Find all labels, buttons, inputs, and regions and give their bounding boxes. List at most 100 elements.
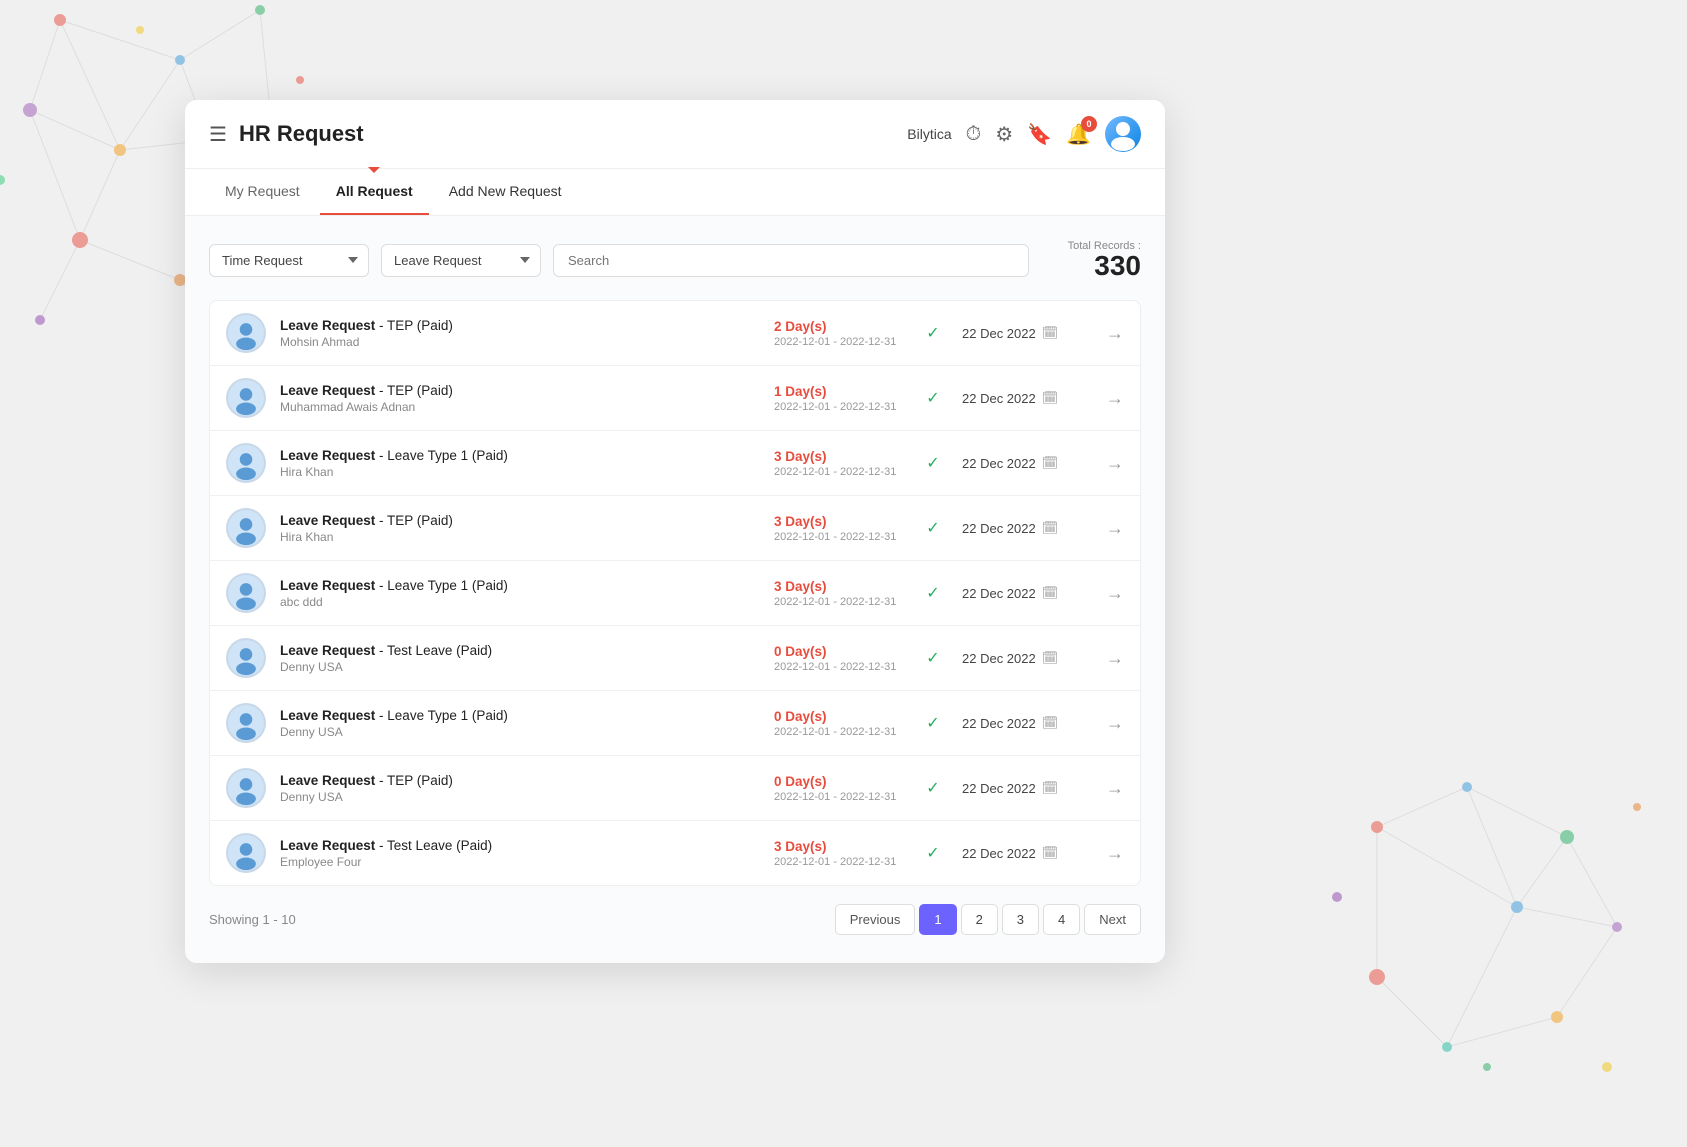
username-label: Bilytica [907, 126, 951, 142]
request-row[interactable]: Leave Request - TEP (Paid) Denny USA 0 D… [210, 756, 1140, 821]
row-arrow-icon[interactable]: → [1106, 453, 1124, 474]
row-arrow-icon[interactable]: → [1106, 518, 1124, 539]
page-button-4[interactable]: 4 [1043, 904, 1080, 935]
row-title: Leave Request - TEP (Paid) [280, 513, 760, 528]
row-info: Leave Request - TEP (Paid) Denny USA [280, 773, 760, 804]
days-count: 2 Day(s) [774, 319, 904, 334]
row-avatar [226, 508, 266, 548]
row-title: Leave Request - Leave Type 1 (Paid) [280, 448, 760, 463]
tab-my-request[interactable]: My Request [209, 169, 316, 215]
row-days: 3 Day(s) 2022-12-01 - 2022-12-31 [774, 449, 904, 478]
row-days: 3 Day(s) 2022-12-01 - 2022-12-31 [774, 839, 904, 868]
pagination-buttons: Previous1234Next [835, 904, 1141, 935]
request-list: Leave Request - TEP (Paid) Mohsin Ahmad … [209, 300, 1141, 886]
row-title: Leave Request - Test Leave (Paid) [280, 643, 760, 658]
page-button-2[interactable]: 2 [961, 904, 998, 935]
row-title: Leave Request - Leave Type 1 (Paid) [280, 578, 760, 593]
category-filter-select[interactable]: Leave Request Time Request Other [381, 244, 541, 277]
row-days: 0 Day(s) 2022-12-01 - 2022-12-31 [774, 644, 904, 673]
page-button-1[interactable]: 1 [919, 904, 956, 935]
row-check-icon: ✓ [918, 843, 948, 863]
row-avatar [226, 833, 266, 873]
days-range: 2022-12-01 - 2022-12-31 [774, 726, 904, 738]
days-range: 2022-12-01 - 2022-12-31 [774, 596, 904, 608]
row-employee: Denny USA [280, 660, 760, 674]
tab-add-new-request[interactable]: Add New Request [433, 169, 578, 215]
calendar-icon: 🗓 [1042, 585, 1059, 601]
row-employee: Hira Khan [280, 530, 760, 544]
filter-bar: Time Request Leave Request Expense Reque… [209, 240, 1141, 280]
app-tabs: My Request All Request Add New Request [185, 169, 1165, 216]
row-date: 22 Dec 2022 🗓 [962, 845, 1092, 861]
days-count: 1 Day(s) [774, 384, 904, 399]
row-info: Leave Request - Test Leave (Paid) Employ… [280, 838, 760, 869]
row-days: 0 Day(s) 2022-12-01 - 2022-12-31 [774, 774, 904, 803]
days-range: 2022-12-01 - 2022-12-31 [774, 466, 904, 478]
row-check-icon: ✓ [918, 388, 948, 408]
row-info: Leave Request - Leave Type 1 (Paid) abc … [280, 578, 760, 609]
bg-network-right [1317, 747, 1657, 1087]
row-employee: Denny USA [280, 790, 760, 804]
notification-icon[interactable]: 🔔 0 [1066, 122, 1091, 147]
days-count: 3 Day(s) [774, 449, 904, 464]
row-arrow-icon[interactable]: → [1106, 843, 1124, 864]
clock-icon[interactable]: ⏱ [966, 123, 982, 146]
row-check-icon: ✓ [918, 648, 948, 668]
days-range: 2022-12-01 - 2022-12-31 [774, 856, 904, 868]
calendar-icon: 🗓 [1042, 780, 1059, 796]
row-date: 22 Dec 2022 🗓 [962, 650, 1092, 666]
row-date: 22 Dec 2022 🗓 [962, 520, 1092, 536]
calendar-icon: 🗓 [1042, 650, 1059, 666]
row-employee: Employee Four [280, 855, 760, 869]
settings-icon[interactable]: ⚙ [995, 122, 1013, 147]
days-range: 2022-12-01 - 2022-12-31 [774, 791, 904, 803]
row-employee: Muhammad Awais Adnan [280, 400, 760, 414]
tab-all-request[interactable]: All Request [320, 169, 429, 215]
row-date: 22 Dec 2022 🗓 [962, 455, 1092, 471]
total-records: Total Records : 330 [1041, 240, 1141, 280]
showing-text: Showing 1 - 10 [209, 912, 296, 927]
request-row[interactable]: Leave Request - TEP (Paid) Muhammad Awai… [210, 366, 1140, 431]
page-button-3[interactable]: 3 [1002, 904, 1039, 935]
row-title: Leave Request - Leave Type 1 (Paid) [280, 708, 760, 723]
request-row[interactable]: Leave Request - Leave Type 1 (Paid) Hira… [210, 431, 1140, 496]
days-count: 3 Day(s) [774, 579, 904, 594]
row-days: 0 Day(s) 2022-12-01 - 2022-12-31 [774, 709, 904, 738]
row-arrow-icon[interactable]: → [1106, 713, 1124, 734]
row-arrow-icon[interactable]: → [1106, 388, 1124, 409]
request-row[interactable]: Leave Request - Test Leave (Paid) Denny … [210, 626, 1140, 691]
days-range: 2022-12-01 - 2022-12-31 [774, 401, 904, 413]
request-row[interactable]: Leave Request - Test Leave (Paid) Employ… [210, 821, 1140, 885]
type-filter-select[interactable]: Time Request Leave Request Expense Reque… [209, 244, 369, 277]
row-date: 22 Dec 2022 🗓 [962, 390, 1092, 406]
row-date: 22 Dec 2022 🗓 [962, 715, 1092, 731]
row-info: Leave Request - TEP (Paid) Muhammad Awai… [280, 383, 760, 414]
row-title: Leave Request - TEP (Paid) [280, 383, 760, 398]
menu-icon[interactable]: ☰ [209, 122, 227, 147]
calendar-icon: 🗓 [1042, 390, 1059, 406]
row-arrow-icon[interactable]: → [1106, 323, 1124, 344]
days-count: 0 Day(s) [774, 774, 904, 789]
row-info: Leave Request - Leave Type 1 (Paid) Hira… [280, 448, 760, 479]
row-date: 22 Dec 2022 🗓 [962, 325, 1092, 341]
row-avatar [226, 313, 266, 353]
next-button[interactable]: Next [1084, 904, 1141, 935]
days-range: 2022-12-01 - 2022-12-31 [774, 661, 904, 673]
row-avatar [226, 638, 266, 678]
previous-button[interactable]: Previous [835, 904, 916, 935]
request-row[interactable]: Leave Request - Leave Type 1 (Paid) abc … [210, 561, 1140, 626]
calendar-icon: 🗓 [1042, 325, 1059, 341]
bookmark-icon[interactable]: 🔖 [1027, 122, 1052, 147]
row-days: 2 Day(s) 2022-12-01 - 2022-12-31 [774, 319, 904, 348]
row-arrow-icon[interactable]: → [1106, 648, 1124, 669]
row-employee: abc ddd [280, 595, 760, 609]
search-input[interactable] [553, 244, 1029, 277]
avatar[interactable] [1105, 116, 1141, 152]
request-row[interactable]: Leave Request - TEP (Paid) Mohsin Ahmad … [210, 301, 1140, 366]
row-arrow-icon[interactable]: → [1106, 583, 1124, 604]
row-arrow-icon[interactable]: → [1106, 778, 1124, 799]
row-info: Leave Request - TEP (Paid) Mohsin Ahmad [280, 318, 760, 349]
request-row[interactable]: Leave Request - TEP (Paid) Hira Khan 3 D… [210, 496, 1140, 561]
row-days: 3 Day(s) 2022-12-01 - 2022-12-31 [774, 514, 904, 543]
request-row[interactable]: Leave Request - Leave Type 1 (Paid) Denn… [210, 691, 1140, 756]
